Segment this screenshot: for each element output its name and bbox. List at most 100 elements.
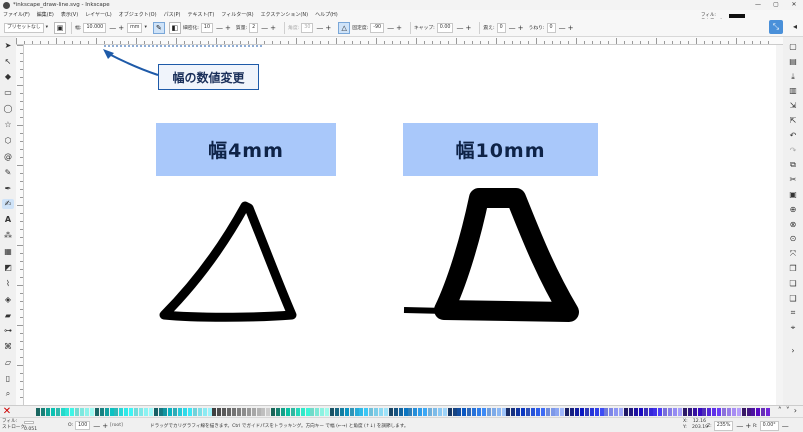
palette-swatch[interactable] — [521, 408, 526, 416]
palette-swatch[interactable] — [232, 408, 236, 416]
menu-layer[interactable]: レイヤー(L) — [85, 11, 112, 18]
menu-view[interactable]: 表示(V) — [61, 11, 78, 18]
palette-swatch[interactable] — [173, 408, 178, 416]
palette-swatch[interactable] — [325, 408, 330, 416]
palette-swatch[interactable] — [251, 408, 256, 416]
palette-swatch[interactable] — [109, 408, 114, 416]
caps-field[interactable]: 0.00 — [436, 22, 454, 33]
gradient-icon[interactable]: ◩ — [2, 262, 14, 272]
palette-swatch[interactable] — [75, 408, 80, 416]
palette-swatch[interactable] — [653, 408, 658, 416]
palette-swatch[interactable] — [143, 408, 148, 416]
palette-swatch[interactable] — [261, 408, 266, 416]
vertical-ruler[interactable] — [16, 45, 24, 405]
palette-swatch[interactable] — [526, 408, 530, 416]
palette-swatch[interactable] — [589, 408, 594, 416]
palette-swatch[interactable] — [501, 408, 506, 416]
palette-swatch[interactable] — [624, 408, 628, 416]
palette-swatch[interactable] — [40, 408, 45, 416]
palette-swatch[interactable] — [628, 408, 633, 416]
palette-swatch[interactable] — [222, 408, 227, 416]
spiral-icon[interactable]: @ — [2, 151, 14, 161]
undo-icon[interactable]: ↶ — [787, 131, 799, 141]
palette-swatch[interactable] — [535, 408, 540, 416]
lpe-icon[interactable]: ⌘ — [2, 342, 14, 352]
palette-swatch[interactable] — [320, 408, 325, 416]
horizontal-ruler[interactable] — [16, 37, 783, 45]
minus-icon[interactable]: — — [216, 24, 223, 32]
palette-swatch[interactable] — [447, 408, 452, 416]
maximize-button[interactable]: ▢ — [767, 0, 785, 10]
palette-swatch[interactable] — [45, 408, 50, 416]
minus-icon[interactable]: — — [109, 24, 116, 32]
palette-swatch[interactable] — [516, 408, 521, 416]
palette-swatch[interactable] — [236, 408, 241, 416]
palette-swatch[interactable] — [550, 408, 555, 416]
palette-swatch[interactable] — [614, 408, 619, 416]
plus-icon[interactable]: + — [396, 24, 402, 32]
export-icon[interactable]: ⇱ — [787, 116, 799, 126]
palette-swatch[interactable] — [114, 408, 119, 416]
palette-swatch[interactable] — [349, 408, 354, 416]
thinning-field[interactable]: 10 — [200, 22, 214, 33]
palette-swatch[interactable] — [761, 408, 766, 416]
palette-swatch[interactable] — [300, 408, 305, 416]
minimize-button[interactable]: — — [749, 0, 767, 10]
palette-swatch[interactable] — [339, 408, 344, 416]
3dbox-icon[interactable]: ⬡ — [2, 135, 14, 145]
chevron-down-icon[interactable]: ▾ — [144, 25, 146, 30]
palette-swatch[interactable] — [707, 408, 712, 416]
new-doc-icon[interactable]: ▢ — [787, 42, 799, 52]
preset-select[interactable]: プリセットなし — [4, 22, 44, 33]
palette-swatch[interactable] — [648, 408, 653, 416]
minus-icon[interactable]: — — [261, 24, 268, 32]
palette-swatch[interactable] — [374, 408, 379, 416]
minus-icon[interactable]: — — [782, 422, 789, 430]
palette-swatch[interactable] — [457, 408, 462, 416]
palette-swatch[interactable] — [344, 408, 349, 416]
palette-swatch[interactable] — [168, 408, 173, 416]
redo-icon[interactable]: ↷ — [787, 146, 799, 156]
palette-swatch[interactable] — [217, 408, 222, 416]
palette-swatch[interactable] — [408, 408, 413, 416]
palette-swatch[interactable] — [271, 408, 276, 416]
palette-swatch[interactable] — [599, 408, 604, 416]
pressure-icon[interactable]: ✎ — [152, 21, 165, 34]
palette-swatch[interactable] — [594, 408, 599, 416]
palette-swatch[interactable] — [609, 408, 614, 416]
palette-swatch[interactable] — [183, 408, 187, 416]
plus-icon[interactable]: + — [745, 422, 751, 430]
duplicate-icon[interactable]: ❐ — [787, 264, 799, 274]
zoom-tool-icon[interactable]: ⌕ — [2, 389, 14, 399]
palette-swatch[interactable] — [677, 408, 682, 416]
tweak-icon[interactable]: ◆ — [2, 72, 14, 82]
mesh-icon[interactable]: ▦ — [2, 246, 14, 256]
menu-path[interactable]: パス(P) — [164, 11, 181, 18]
palette-swatch[interactable] — [682, 408, 687, 416]
palette-swatch[interactable] — [50, 408, 55, 416]
palette-swatch[interactable] — [722, 408, 726, 416]
plus-icon[interactable]: + — [518, 24, 524, 32]
palette-swatch[interactable] — [511, 408, 516, 416]
cut-icon[interactable]: ✂ — [787, 175, 799, 185]
snap-toggle-icon[interactable]: ⤡ — [769, 20, 783, 34]
palette-swatch[interactable] — [124, 408, 129, 416]
plus-icon[interactable]: + — [325, 24, 331, 32]
palette-swatch[interactable] — [687, 408, 692, 416]
save-icon[interactable]: ⤓ — [787, 72, 799, 82]
minus-icon[interactable]: — — [559, 24, 566, 32]
expand-panel-icon[interactable]: › — [787, 346, 799, 356]
palette-swatch[interactable] — [305, 408, 310, 416]
palette-swatch[interactable] — [134, 408, 138, 416]
connector-icon[interactable]: ⊶ — [2, 326, 14, 336]
palette-swatch[interactable] — [472, 408, 477, 416]
palette-swatch[interactable] — [633, 408, 638, 416]
palette-swatch[interactable] — [36, 408, 40, 416]
no-paint-swatch[interactable]: ✕ — [2, 407, 12, 417]
rect-icon[interactable]: ▭ — [2, 88, 14, 98]
pen-icon[interactable]: ✒ — [2, 183, 14, 193]
palette-swatch[interactable] — [310, 408, 315, 416]
palette-swatch[interactable] — [604, 408, 609, 416]
palette-swatch[interactable] — [712, 408, 717, 416]
palette-swatch[interactable] — [506, 408, 511, 416]
